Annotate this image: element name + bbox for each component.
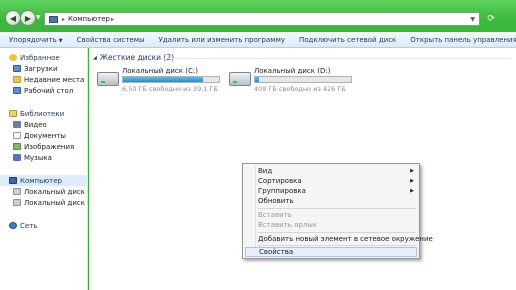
video-library-icon — [13, 121, 21, 128]
drive-free-space: 6,50 ГБ свободно из 39,1 ГБ — [122, 85, 218, 93]
uninstall-program-button[interactable]: Удалить или изменить программу — [152, 36, 292, 44]
sidebar-item-desktop[interactable]: Рабочий стол — [0, 85, 88, 96]
menu-item-group[interactable]: Группировка ▶ — [245, 186, 417, 196]
menu-item-label: Свойства — [259, 248, 294, 256]
sidebar-item-label: Локальный диск (C:) — [24, 187, 88, 196]
menu-item-view[interactable]: Вид ▶ — [245, 166, 417, 176]
address-bar[interactable]: ▸ Компьютер ▸ ▼ — [44, 12, 480, 26]
sidebar-item-label: Видео — [24, 120, 47, 129]
menu-item-sort[interactable]: Сортировка ▶ — [245, 176, 417, 186]
breadcrumb-chevron-icon[interactable]: ▸ — [111, 16, 114, 23]
sidebar-section-network[interactable]: Сеть — [0, 220, 88, 231]
star-icon — [9, 54, 17, 61]
system-properties-button[interactable]: Свойства системы — [70, 36, 152, 44]
sidebar-section-label: Компьютер — [20, 176, 62, 185]
drive-tile-d[interactable]: Локальный диск (D:) 409 ГБ свободно из 4… — [229, 66, 359, 94]
submenu-arrow-icon: ▶ — [410, 168, 414, 174]
hard-drive-icon — [13, 199, 21, 206]
sidebar-item-video[interactable]: Видео — [0, 119, 88, 130]
address-toolbar: ◀ ▶ ▼ ▸ Компьютер ▸ ▼ ⟳ — [0, 0, 516, 32]
sidebar-item-label: Изображения — [24, 142, 75, 151]
menu-item-add-network-location[interactable]: Добавить новый элемент в сетевое окружен… — [245, 234, 433, 244]
libraries-icon — [9, 110, 17, 117]
menu-item-label: Группировка — [258, 187, 306, 195]
menu-item-label: Вид — [258, 167, 273, 175]
sidebar-section-label: Библиотеки — [20, 109, 65, 118]
address-dropdown-icon[interactable]: ▼ — [470, 16, 475, 23]
navigation-pane: Избранное Загрузки Недавние места Рабочи… — [0, 48, 88, 290]
sidebar-item-drive-c[interactable]: Локальный диск (C:) — [0, 186, 88, 197]
drive-free-space: 409 ГБ свободно из 426 ГБ — [254, 85, 346, 93]
menu-item-label: Добавить новый элемент в сетевое окружен… — [258, 235, 433, 243]
drive-usage-bar — [122, 76, 220, 83]
downloads-folder-icon — [13, 65, 21, 72]
sidebar-item-downloads[interactable]: Загрузки — [0, 63, 88, 74]
recent-places-icon — [13, 76, 21, 83]
drive-usage-bar — [254, 76, 352, 83]
chevron-down-icon: ▼ — [58, 37, 63, 44]
drive-usage-fill — [255, 77, 259, 82]
sidebar-section-libraries[interactable]: Библиотеки — [0, 108, 88, 119]
hard-drive-icon — [97, 72, 119, 86]
sidebar-item-label: Загрузки — [24, 64, 58, 73]
open-control-panel-button[interactable]: Открыть панель управления — [403, 36, 516, 44]
sidebar-item-pictures[interactable]: Изображения — [0, 141, 88, 152]
menu-item-refresh[interactable]: Обновить — [245, 196, 417, 206]
menu-separator — [258, 208, 416, 209]
map-network-drive-button[interactable]: Подключить сетевой диск — [292, 36, 403, 44]
drive-name: Локальный диск (C:) — [122, 67, 198, 75]
recent-pages-chevron-icon[interactable]: ▼ — [36, 14, 41, 21]
drive-tile-c[interactable]: Локальный диск (C:) 6,50 ГБ свободно из … — [97, 66, 227, 94]
collapse-triangle-icon[interactable]: ◢ — [93, 55, 97, 61]
sidebar-item-label: Локальный диск (D:) — [24, 198, 88, 207]
sidebar-item-drive-d[interactable]: Локальный диск (D:) — [0, 197, 88, 208]
sidebar-section-label: Избранное — [20, 53, 60, 62]
computer-icon — [49, 15, 58, 23]
menu-separator — [258, 232, 416, 233]
sidebar-section-label: Сеть — [20, 221, 38, 230]
menu-separator — [258, 245, 416, 246]
menu-item-label: Обновить — [258, 197, 294, 205]
menu-item-label: Сортировка — [258, 177, 302, 185]
refresh-icon[interactable]: ⟳ — [484, 12, 498, 26]
breadcrumb-chevron-icon[interactable]: ▸ — [62, 16, 65, 23]
sidebar-item-music[interactable]: Музыка — [0, 152, 88, 163]
menu-item-paste[interactable]: Вставить — [245, 210, 417, 220]
menu-item-label: Вставить — [258, 211, 292, 219]
drive-name: Локальный диск (D:) — [254, 67, 331, 75]
sidebar-section-computer[interactable]: Компьютер — [0, 175, 88, 186]
organize-button[interactable]: Упорядочить ▼ — [0, 36, 70, 44]
sidebar-item-recent-places[interactable]: Недавние места — [0, 74, 88, 85]
group-divider — [161, 58, 511, 59]
computer-icon — [9, 177, 17, 184]
pictures-library-icon — [13, 143, 21, 150]
breadcrumb-computer[interactable]: Компьютер — [68, 15, 110, 23]
sidebar-item-label: Рабочий стол — [24, 86, 74, 95]
submenu-arrow-icon: ▶ — [410, 188, 414, 194]
command-bar: Упорядочить ▼ Свойства системы Удалить ил… — [0, 32, 516, 48]
hard-drive-icon — [13, 188, 21, 195]
desktop-icon — [13, 87, 21, 94]
music-library-icon — [13, 154, 21, 161]
sidebar-item-label: Музыка — [24, 153, 52, 162]
hard-drive-icon — [229, 72, 251, 86]
documents-library-icon — [13, 132, 21, 139]
menu-item-properties[interactable]: Свойства — [245, 247, 417, 257]
sidebar-item-label: Недавние места — [24, 75, 85, 84]
organize-label: Упорядочить — [9, 35, 57, 44]
sidebar-item-label: Документы — [24, 131, 66, 140]
explorer-window: ◀ ▶ ▼ ▸ Компьютер ▸ ▼ ⟳ Упорядочить ▼ Сво… — [0, 0, 516, 290]
drive-usage-fill — [123, 77, 203, 82]
context-menu: Вид ▶ Сортировка ▶ Группировка ▶ Обновит… — [242, 163, 433, 259]
menu-item-label: Вставить ярлык — [258, 221, 318, 229]
menu-item-paste-shortcut[interactable]: Вставить ярлык — [245, 220, 417, 230]
sidebar-section-favorites[interactable]: Избранное — [0, 52, 88, 63]
sidebar-item-documents[interactable]: Документы — [0, 130, 88, 141]
network-icon — [9, 222, 17, 229]
back-arrow-icon[interactable]: ◀ — [5, 10, 21, 26]
submenu-arrow-icon: ▶ — [410, 178, 414, 184]
forward-arrow-icon[interactable]: ▶ — [20, 10, 36, 26]
